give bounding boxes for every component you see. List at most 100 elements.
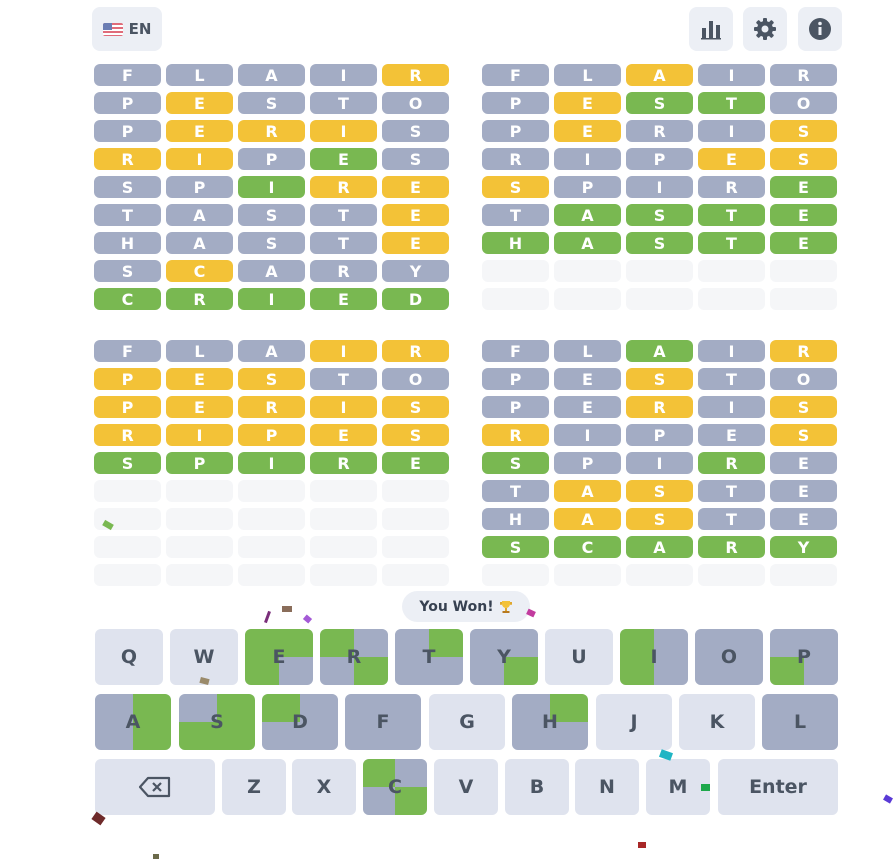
info-icon [809,18,831,40]
letter-tile: S [238,204,305,226]
key-x[interactable]: X [292,759,356,815]
letter-tile: S [238,368,305,390]
board-top-right: FLAIRPESTOPERISRIPESSPIRETASTEHASTE [482,64,840,316]
letter-tile: T [310,232,377,254]
key-t[interactable]: T [395,629,463,685]
letter-tile: E [770,204,837,226]
letter-tile [482,564,549,586]
key-a[interactable]: A [95,694,171,750]
guess-row: PESTO [482,92,840,114]
letter-tile: R [770,64,837,86]
settings-button[interactable] [743,7,787,51]
letter-tile: T [310,368,377,390]
letter-tile [382,536,449,558]
key-y[interactable]: Y [470,629,538,685]
key-c[interactable]: C [363,759,427,815]
guess-row: PERIS [482,396,840,418]
letter-tile [554,288,621,310]
key-label: R [346,646,362,668]
key-label: K [709,711,725,733]
letter-tile: I [166,424,233,446]
guess-row: RIPES [482,424,840,446]
language-label: EN [128,20,152,38]
key-u[interactable]: U [545,629,613,685]
letter-tile: R [94,148,161,170]
guess-row: SPIRE [482,176,840,198]
letter-tile: S [238,92,305,114]
key-z[interactable]: Z [222,759,286,815]
letter-tile: P [626,424,693,446]
letter-tile [482,288,549,310]
key-s[interactable]: S [179,694,255,750]
letter-tile [238,480,305,502]
key-label: G [459,711,475,733]
letter-tile: T [482,480,549,502]
language-button[interactable]: EN [92,7,162,51]
letter-tile: P [238,148,305,170]
key-v[interactable]: V [434,759,498,815]
key-label: A [125,711,141,733]
letter-tile: E [166,120,233,142]
letter-tile: A [626,340,693,362]
guess-row: HASTE [482,508,840,530]
key-n[interactable]: N [575,759,639,815]
letter-tile: S [382,396,449,418]
letter-tile: R [310,176,377,198]
key-q[interactable]: Q [95,629,163,685]
key-f[interactable]: F [345,694,421,750]
key-o[interactable]: O [695,629,763,685]
letter-tile: E [698,424,765,446]
letter-tile: P [238,424,305,446]
letter-tile [166,480,233,502]
letter-tile: L [166,340,233,362]
letter-tile: P [166,176,233,198]
letter-tile: E [310,148,377,170]
letter-tile: I [238,452,305,474]
key-label: H [542,711,558,733]
letter-tile [310,536,377,558]
info-button[interactable] [798,7,842,51]
key-i[interactable]: I [620,629,688,685]
letter-tile: R [626,120,693,142]
letter-tile: E [382,176,449,198]
key-l[interactable]: L [762,694,838,750]
key-k[interactable]: K [679,694,755,750]
key-r[interactable]: R [320,629,388,685]
letter-tile: R [310,452,377,474]
backspace-key[interactable] [95,759,215,815]
letter-tile: I [238,176,305,198]
key-label: T [422,646,436,668]
letter-tile: R [382,64,449,86]
key-p[interactable]: P [770,629,838,685]
letter-tile: F [482,340,549,362]
stats-button[interactable] [689,7,733,51]
letter-tile [94,564,161,586]
letter-tile [698,288,765,310]
letter-tile: H [94,232,161,254]
key-label: V [458,776,474,798]
guess-row: FLAIR [482,340,840,362]
letter-tile [382,564,449,586]
guess-row [482,260,840,282]
guess-row: PERIS [482,120,840,142]
guess-row: TASTE [94,204,452,226]
letter-tile: S [238,232,305,254]
key-h[interactable]: H [512,694,588,750]
letter-tile: A [238,260,305,282]
letter-tile: R [166,288,233,310]
key-j[interactable]: J [596,694,672,750]
key-g[interactable]: G [429,694,505,750]
letter-tile: S [482,452,549,474]
key-b[interactable]: B [505,759,569,815]
letter-tile: S [770,120,837,142]
key-e[interactable]: E [245,629,313,685]
letter-tile: P [94,368,161,390]
letter-tile: E [770,232,837,254]
guess-row: FLAIR [94,64,452,86]
letter-tile: O [382,368,449,390]
enter-key[interactable]: Enter [718,759,838,815]
key-w[interactable]: W [170,629,238,685]
letter-tile [166,536,233,558]
key-d[interactable]: D [262,694,338,750]
letter-tile [554,260,621,282]
